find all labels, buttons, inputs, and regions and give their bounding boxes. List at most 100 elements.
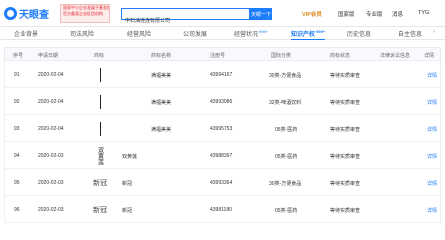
table-row: 95 2020-02-03 新冠 新冠 43993364 30类-方便食品 等待… xyxy=(4,169,441,196)
trademark-image-text: 新冠 xyxy=(93,178,107,187)
trademark-status: 等待实质审查 xyxy=(330,100,361,106)
column-header: 详情 xyxy=(424,53,435,59)
apply-date: 2020-02-04 xyxy=(38,72,64,78)
detail-link[interactable]: 详情 xyxy=(427,180,437,187)
apply-date: 2020-02-03 xyxy=(38,180,64,186)
trademark-image[interactable] xyxy=(92,65,108,84)
trademark-status: 等待实质审查 xyxy=(330,208,361,214)
international-class: 05类-医药 xyxy=(275,154,298,160)
trademark-name: 双黄莲 xyxy=(122,154,138,160)
trademark-name: 满福美美 xyxy=(151,127,172,133)
detail-link[interactable]: 详情 xyxy=(427,99,437,106)
column-header: 商标名称 xyxy=(151,53,172,59)
tab-intellectual-property[interactable]: 知识产权999+ xyxy=(291,29,326,40)
logo-eye-icon xyxy=(4,6,17,20)
tab-label: 公司发展 xyxy=(183,32,208,38)
registration-number: 43993086 xyxy=(210,99,233,105)
logo[interactable]: 天眼查 xyxy=(4,6,49,21)
search-input[interactable] xyxy=(122,15,249,26)
tab-count-badge: 999+ xyxy=(316,29,326,34)
column-header: 序号 xyxy=(13,53,24,59)
tab-company-development[interactable]: 公司发展 xyxy=(183,29,207,40)
tab-label: 知识产权 xyxy=(291,32,316,38)
tab-label: 经营风险 xyxy=(127,32,152,38)
apply-date: 2020-02-04 xyxy=(38,126,64,132)
table-row: 91 2020-02-04 满福美美 43994167 30类-方便食品 等待实… xyxy=(4,61,441,88)
tab-label: 自主信息 xyxy=(398,32,423,38)
detail-link[interactable]: 详情 xyxy=(427,126,437,133)
nav-item[interactable]: 专业版 xyxy=(366,10,383,18)
top-bar: 天眼查 国家中小企业发展子基金旗下 官方备案企业征信机构 天眼一下 VIP会员 … xyxy=(0,0,445,27)
row-index: 92 xyxy=(14,99,20,105)
trademark-name: 新冠 xyxy=(122,208,133,214)
logo-text: 天眼查 xyxy=(19,9,49,21)
tab-history[interactable]: 历史信息 xyxy=(347,29,371,40)
trademark-name: 满福美美 xyxy=(151,73,172,79)
trademark-name: 满福美美 xyxy=(151,100,172,106)
trademark-image[interactable]: 新冠 xyxy=(89,173,111,192)
international-class: 30类-方便食品 xyxy=(269,181,302,187)
tab-label: 司法风险 xyxy=(70,32,95,38)
trademark-status: 等待实质审查 xyxy=(330,73,361,79)
registration-number: 43994167 xyxy=(210,72,233,78)
tab-business-risk[interactable]: 经营风险 xyxy=(127,29,151,40)
apply-date: 2020-02-03 xyxy=(38,153,64,159)
promo-line: 官方备案企业征信机构 xyxy=(63,11,103,16)
column-header: 商标 xyxy=(94,53,105,59)
trademark-image[interactable]: 新冠 xyxy=(89,200,111,219)
tab-count-badge: 999+ xyxy=(259,29,269,34)
tab-bar: 企业背景 司法风险 经营风险 公司发展 经营状况999+ 知识产权999+ 历史… xyxy=(0,27,445,40)
row-index: 93 xyxy=(14,126,20,132)
column-header: 国际分类 xyxy=(271,53,292,59)
trademark-image-text: 双黄莲 xyxy=(96,146,104,165)
search-box[interactable] xyxy=(121,8,250,26)
international-class: 05类-医药 xyxy=(275,208,298,214)
row-index: 91 xyxy=(14,72,20,78)
chevron-right-icon[interactable]: › xyxy=(433,29,435,35)
trademark-mark xyxy=(99,94,101,109)
trademark-image-text: 新冠 xyxy=(93,205,107,214)
detail-link[interactable]: 详情 xyxy=(427,72,437,79)
column-header: 申请日期 xyxy=(38,53,59,59)
trademark-status: 等待实质审查 xyxy=(330,181,361,187)
table-header: 序号 申请日期 商标 商标名称 注册号 国际分类 商标状态 法律诉讼信息 详情 xyxy=(4,47,441,61)
table-row: 96 2020-02-03 新冠 新冠 43981180 05类-医药 等待实质… xyxy=(4,196,441,223)
registration-number: 43995753 xyxy=(210,126,233,132)
row-index: 95 xyxy=(14,180,20,186)
detail-link[interactable]: 详情 xyxy=(427,207,437,214)
international-class: 30类-方便食品 xyxy=(269,73,302,79)
row-index: 94 xyxy=(14,153,20,159)
column-header: 注册号 xyxy=(210,53,226,59)
registration-number: 43981180 xyxy=(210,207,232,213)
promo-banner[interactable]: 国家中小企业发展子基金旗下 官方备案企业征信机构 xyxy=(60,4,110,23)
apply-date: 2020-02-03 xyxy=(38,207,64,213)
column-header: 法律诉讼信息 xyxy=(380,53,411,59)
trademark-image[interactable] xyxy=(92,92,108,111)
trademark-status: 等待实质审查 xyxy=(330,154,361,160)
international-class: 05类-医药 xyxy=(275,127,298,133)
trademark-name: 新冠 xyxy=(122,181,133,187)
apply-date: 2020-02-04 xyxy=(38,99,64,105)
nav-item[interactable]: 消息 xyxy=(392,10,403,18)
row-index: 96 xyxy=(14,207,20,213)
nav-item[interactable]: 国家版 xyxy=(338,10,355,18)
search-button[interactable]: 天眼一下 xyxy=(250,8,272,20)
registration-number: 43993364 xyxy=(210,180,233,186)
trademark-mark xyxy=(99,121,101,136)
trademark-image[interactable] xyxy=(92,119,108,138)
table-row: 92 2020-02-04 满福美美 43993086 32类-啤酒饮料 等待实… xyxy=(4,88,441,115)
vip-link[interactable]: VIP会员 xyxy=(302,10,322,18)
detail-link[interactable]: 详情 xyxy=(427,153,437,160)
tab-self-info[interactable]: 自主信息 xyxy=(398,29,422,40)
tab-label: 历史信息 xyxy=(347,32,372,38)
trademark-status: 等待实质审查 xyxy=(330,127,361,133)
tab-legal-risk[interactable]: 司法风险 xyxy=(70,29,94,40)
tab-label: 经营状况 xyxy=(234,32,259,38)
tab-operations[interactable]: 经营状况999+ xyxy=(234,29,268,40)
nav-item[interactable]: TYG xyxy=(418,10,429,16)
table-row: 93 2020-02-04 满福美美 43995753 05类-医药 等待实质审… xyxy=(4,115,441,142)
column-header: 商标状态 xyxy=(330,53,351,59)
trademark-image[interactable]: 双黄莲 xyxy=(92,146,108,165)
table-row: 94 2020-02-03 双黄莲 双黄莲 43988397 05类-医药 等待… xyxy=(4,142,441,169)
tab-company-background[interactable]: 企业背景 xyxy=(14,29,38,40)
